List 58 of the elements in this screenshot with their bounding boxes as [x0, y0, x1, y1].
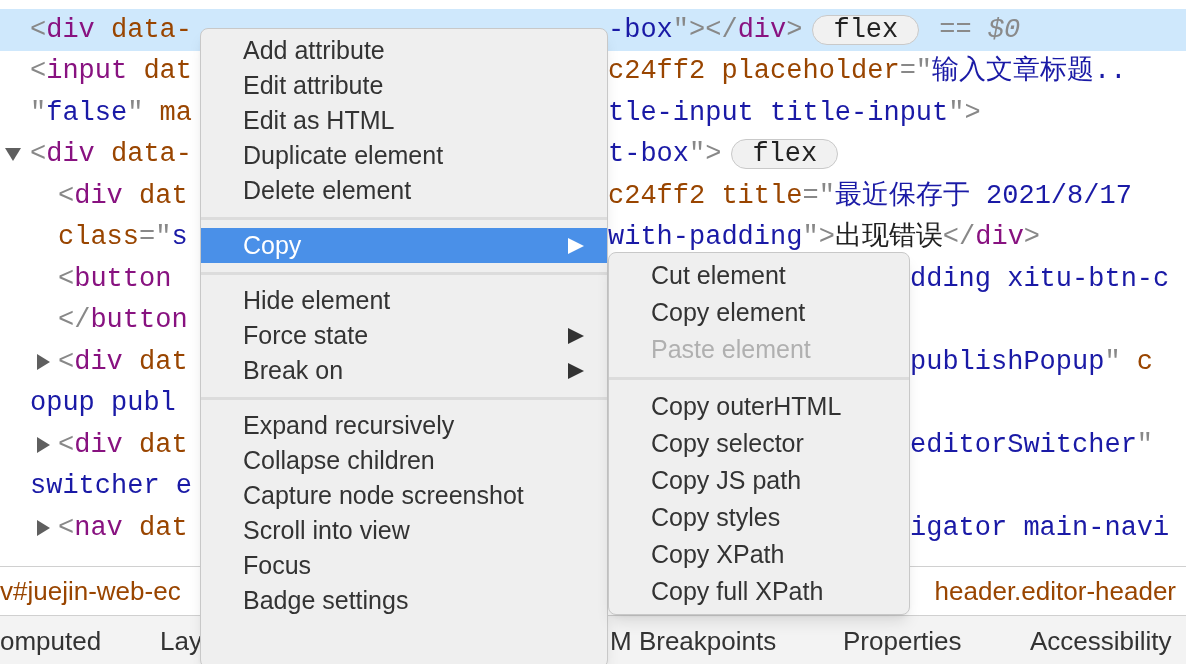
- breadcrumb-text[interactable]: header.editor-header: [934, 571, 1176, 611]
- menu-item[interactable]: Break on: [201, 353, 607, 388]
- code-text: with-padding">出现错误</div>: [608, 220, 1041, 254]
- breadcrumb-text[interactable]: v#juejin-web-ec: [0, 571, 181, 611]
- menu-item[interactable]: Copy XPath: [609, 536, 909, 573]
- menu-item[interactable]: Edit as HTML: [201, 103, 607, 138]
- menu-item[interactable]: Copy element: [609, 294, 909, 331]
- code-text: class="s: [58, 221, 188, 254]
- code-text: <div dat: [58, 428, 188, 462]
- code-text: igator main-navi: [910, 511, 1170, 545]
- code-text: <div dat: [58, 345, 188, 379]
- menu-item[interactable]: Copy full XPath: [609, 573, 909, 610]
- menu-item[interactable]: Cut element: [609, 257, 909, 294]
- menu-item[interactable]: Duplicate element: [201, 138, 607, 173]
- panel-tab[interactable]: Accessibility: [1030, 622, 1172, 661]
- menu-item[interactable]: Hide element: [201, 283, 607, 318]
- menu-item[interactable]: Edit attribute: [201, 68, 607, 103]
- menu-item[interactable]: Delete element: [201, 173, 607, 208]
- code-text: <input dat: [30, 55, 193, 88]
- menu-item[interactable]: Collapse children: [201, 443, 607, 478]
- code-text: -box"></div>: [608, 13, 803, 47]
- panel-tab[interactable]: omputed: [0, 622, 102, 661]
- menu-item[interactable]: Scroll into view: [201, 513, 607, 548]
- menu-item[interactable]: Expand recursively: [201, 408, 607, 443]
- collapsed-triangle-icon[interactable]: [34, 435, 52, 454]
- code-text: publishPopup" c: [910, 345, 1154, 379]
- code-text: <div dat: [58, 179, 188, 213]
- menu-item[interactable]: Copy outerHTML: [609, 388, 909, 425]
- code-text: c24ff2 placeholder="输入文章标题..: [608, 54, 1127, 88]
- menu-item[interactable]: Capture node screenshot: [201, 478, 607, 513]
- menu-item[interactable]: Add attribute: [201, 33, 607, 68]
- menu-item[interactable]: Focus: [201, 548, 607, 583]
- layout-badge[interactable]: flex: [812, 14, 920, 45]
- collapsed-triangle-icon[interactable]: [34, 352, 52, 371]
- code-text: t-box">: [608, 138, 722, 171]
- code-text: "false" ma: [30, 96, 193, 130]
- code-text: c24ff2 title="最近保存于 2021/8/17: [608, 179, 1132, 213]
- layout-badge[interactable]: flex: [731, 139, 839, 170]
- code-text: <div data-: [30, 13, 193, 47]
- console-reference-text: == $0: [939, 13, 1021, 47]
- panel-tab[interactable]: Lay: [160, 622, 202, 661]
- code-text: <nav dat: [58, 511, 188, 545]
- menu-item[interactable]: Force state: [201, 318, 607, 353]
- code-text: <div data-: [30, 138, 193, 171]
- menu-item[interactable]: Copy JS path: [609, 462, 909, 499]
- menu-item[interactable]: Copy styles: [609, 499, 909, 536]
- code-text: opup publ: [30, 387, 176, 420]
- code-text: <button: [58, 262, 172, 296]
- panel-tab[interactable]: Properties: [843, 622, 962, 661]
- code-text: dding xitu-btn-c: [910, 262, 1170, 296]
- menu-item[interactable]: Copy selector: [609, 425, 909, 462]
- menu-item[interactable]: Badge settings: [201, 583, 607, 618]
- panel-tab[interactable]: M Breakpoints: [610, 622, 777, 661]
- collapsed-triangle-icon[interactable]: [34, 518, 52, 537]
- code-text: </button: [58, 304, 188, 337]
- code-text: tle-input title-input">: [608, 96, 981, 130]
- code-text: editorSwitcher": [910, 428, 1154, 462]
- code-text: switcher e: [30, 470, 193, 503]
